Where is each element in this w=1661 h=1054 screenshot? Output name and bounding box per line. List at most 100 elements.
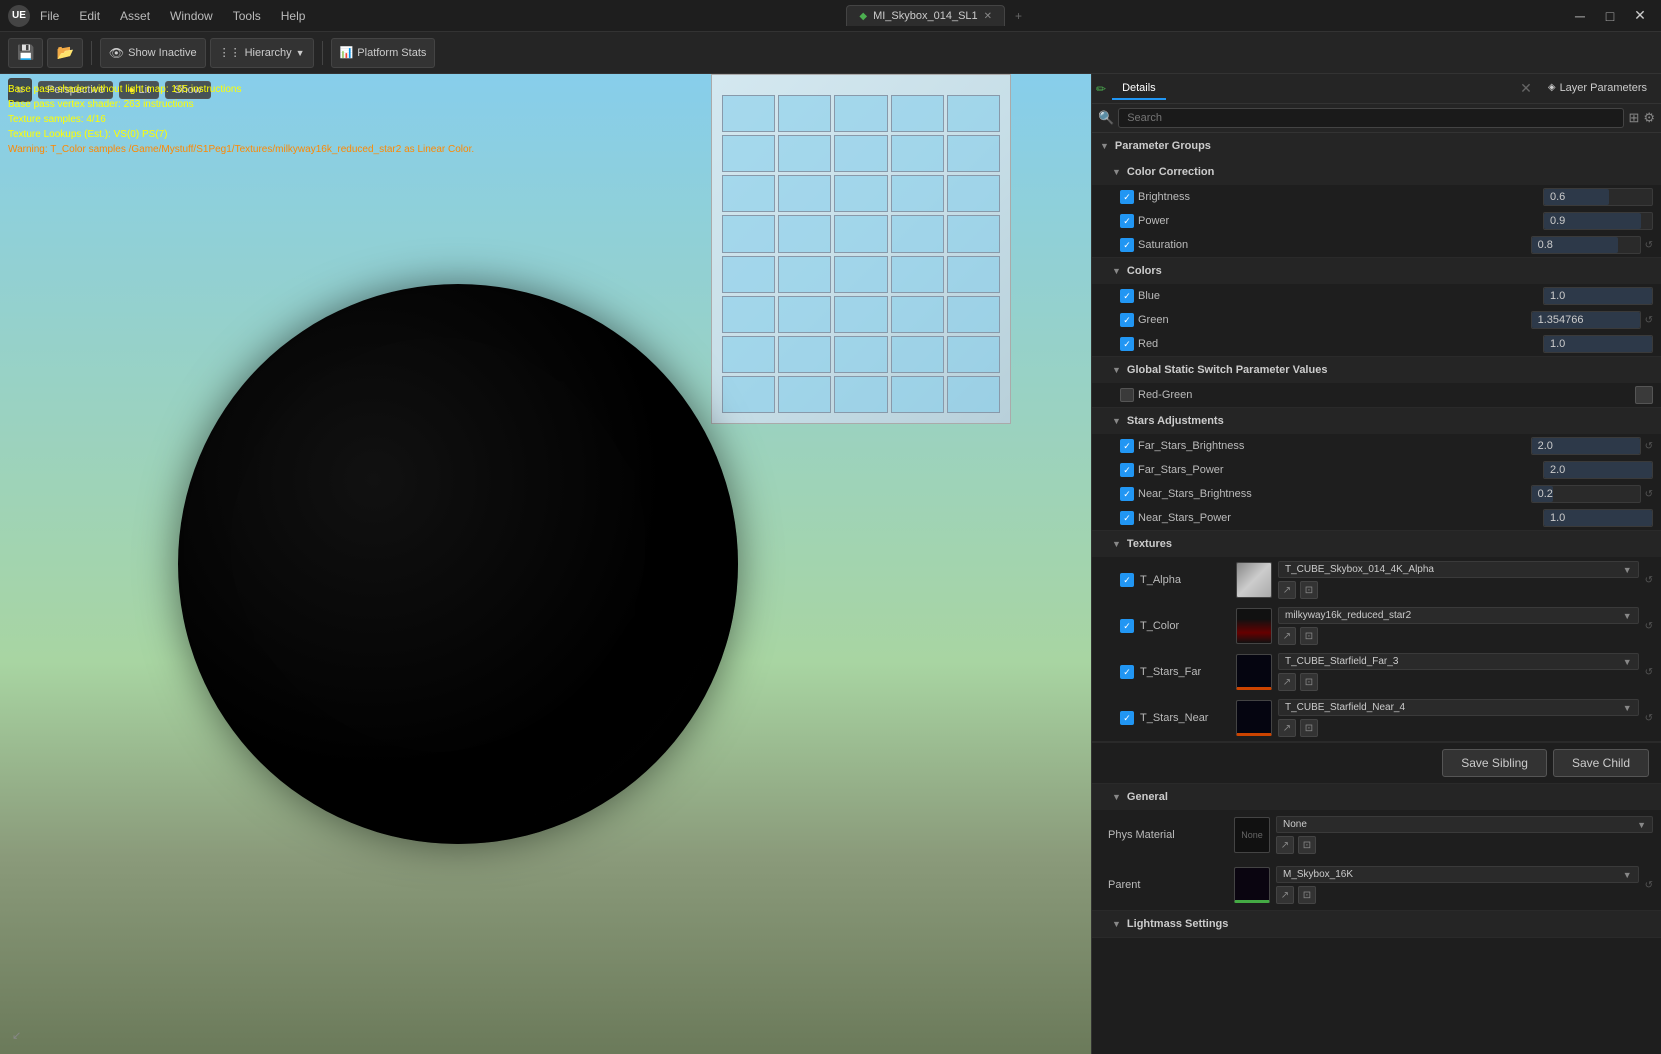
power-value[interactable]: 0.9 xyxy=(1543,212,1653,230)
t-color-dropdown[interactable]: milkyway16k_reduced_star2 ▼ xyxy=(1278,607,1639,624)
t-stars-near-reset-btn[interactable]: ↺ xyxy=(1645,713,1653,724)
menu-asset[interactable]: Asset xyxy=(118,5,152,27)
near-stars-power-checkbox[interactable] xyxy=(1120,511,1134,525)
main-tab[interactable]: ◆ MI_Skybox_014_SL1 ✕ xyxy=(846,5,1005,26)
phys-material-dropdown[interactable]: None ▼ xyxy=(1276,816,1653,833)
green-value[interactable]: 1.354766 xyxy=(1531,311,1641,329)
far-stars-power-value[interactable]: 2.0 xyxy=(1543,461,1653,479)
red-value[interactable]: 1.0 xyxy=(1543,335,1653,353)
far-stars-brightness-label: Far_Stars_Brightness xyxy=(1138,440,1527,452)
tab-details[interactable]: Details xyxy=(1112,78,1166,100)
t-stars-far-reset-icon[interactable]: ⊡ xyxy=(1300,673,1318,691)
parameter-groups-header[interactable]: ▼ Parameter Groups xyxy=(1092,133,1661,159)
t-stars-near-checkbox[interactable] xyxy=(1120,711,1134,725)
close-button[interactable]: ✕ xyxy=(1627,6,1653,26)
t-stars-far-label: T_Stars_Far xyxy=(1140,666,1230,678)
show-inactive-button[interactable]: 👁 Show Inactive xyxy=(100,38,206,68)
t-alpha-reset-btn[interactable]: ↺ xyxy=(1645,575,1653,586)
red-checkbox[interactable] xyxy=(1120,337,1134,351)
near-stars-brightness-value[interactable]: 0.2 xyxy=(1531,485,1641,503)
t-color-checkbox[interactable] xyxy=(1120,619,1134,633)
brightness-checkbox[interactable] xyxy=(1120,190,1134,204)
red-green-value[interactable] xyxy=(1635,386,1653,404)
menu-help[interactable]: Help xyxy=(279,5,308,27)
add-tab-button[interactable]: + xyxy=(1009,9,1028,23)
brightness-value[interactable]: 0.6 xyxy=(1543,188,1653,206)
t-alpha-dropdown[interactable]: T_CUBE_Skybox_014_4K_Alpha ▼ xyxy=(1278,561,1639,578)
color-correction-label: Color Correction xyxy=(1127,166,1214,178)
t-stars-far-browse-icon[interactable]: ↗ xyxy=(1278,673,1296,691)
viewport[interactable]: ≡ Perspective ● Lit Show Base pass shade… xyxy=(0,74,1091,1054)
search-input[interactable] xyxy=(1118,108,1624,128)
green-checkbox[interactable] xyxy=(1120,313,1134,327)
t-stars-far-dropdown[interactable]: T_CUBE_Starfield_Far_3 ▼ xyxy=(1278,653,1639,670)
menu-window[interactable]: Window xyxy=(168,5,215,27)
far-stars-brightness-checkbox[interactable] xyxy=(1120,439,1134,453)
t-stars-far-reset-btn[interactable]: ↺ xyxy=(1645,667,1653,678)
t-color-reset-icon[interactable]: ⊡ xyxy=(1300,627,1318,645)
red-green-checkbox[interactable] xyxy=(1120,388,1134,402)
parent-dropdown[interactable]: M_Skybox_16K ▼ xyxy=(1276,866,1639,883)
t-color-reset-btn[interactable]: ↺ xyxy=(1645,621,1653,632)
textures-header[interactable]: ▼ Textures xyxy=(1092,531,1661,557)
saturation-value[interactable]: 0.8 xyxy=(1531,236,1641,254)
color-correction-group: ▼ Color Correction Brightness 0.6 Power xyxy=(1092,159,1661,258)
far-stars-brightness-reset-icon[interactable]: ↺ xyxy=(1645,441,1653,452)
saturation-reset-icon[interactable]: ↺ xyxy=(1645,240,1653,251)
parent-browse-icon[interactable]: ↗ xyxy=(1276,886,1294,904)
grid-view-icon[interactable]: ⊞ xyxy=(1628,110,1639,126)
t-stars-near-reset-icon[interactable]: ⊡ xyxy=(1300,719,1318,737)
menu-tools[interactable]: Tools xyxy=(231,5,263,27)
near-stars-brightness-checkbox[interactable] xyxy=(1120,487,1134,501)
t-color-browse-icon[interactable]: ↗ xyxy=(1278,627,1296,645)
blue-checkbox[interactable] xyxy=(1120,289,1134,303)
save-child-button[interactable]: Save Child xyxy=(1553,749,1649,777)
phys-material-browse-icon[interactable]: ↗ xyxy=(1276,836,1294,854)
far-stars-brightness-value[interactable]: 2.0 xyxy=(1531,437,1641,455)
save-button[interactable]: 💾 xyxy=(8,38,43,68)
general-header[interactable]: ▼ General xyxy=(1092,784,1661,810)
phys-material-reset-icon[interactable]: ⊡ xyxy=(1298,836,1316,854)
green-reset-icon[interactable]: ↺ xyxy=(1645,315,1653,326)
minimize-button[interactable]: ─ xyxy=(1567,6,1593,26)
settings-icon[interactable]: ⚙ xyxy=(1643,110,1655,126)
parent-reset-icon[interactable]: ⊡ xyxy=(1298,886,1316,904)
t-stars-far-controls: T_CUBE_Starfield_Far_3 ▼ ↗ ⊡ xyxy=(1278,653,1639,691)
gss-arrow-icon: ▼ xyxy=(1112,365,1121,375)
colors-header[interactable]: ▼ Colors xyxy=(1092,258,1661,284)
platform-stats-button[interactable]: 📊 Platform Stats xyxy=(331,38,436,68)
brightness-row: Brightness 0.6 xyxy=(1092,185,1661,209)
global-static-switch-header[interactable]: ▼ Global Static Switch Parameter Values xyxy=(1092,357,1661,383)
t-alpha-browse-icon[interactable]: ↗ xyxy=(1278,581,1296,599)
tab-close-icon[interactable]: ✕ xyxy=(984,11,992,22)
t-alpha-checkbox[interactable] xyxy=(1120,573,1134,587)
near-stars-brightness-label: Near_Stars_Brightness xyxy=(1138,488,1527,500)
t-stars-near-browse-icon[interactable]: ↗ xyxy=(1278,719,1296,737)
saturation-checkbox[interactable] xyxy=(1120,238,1134,252)
maximize-button[interactable]: □ xyxy=(1597,6,1623,26)
phys-material-controls: None ▼ ↗ ⊡ xyxy=(1276,816,1653,854)
blue-value[interactable]: 1.0 xyxy=(1543,287,1653,305)
menu-edit[interactable]: Edit xyxy=(77,5,102,27)
near-stars-brightness-reset-icon[interactable]: ↺ xyxy=(1645,489,1653,500)
lightmass-group: ▼ Lightmass Settings xyxy=(1092,911,1661,938)
parent-reset-btn[interactable]: ↺ xyxy=(1645,880,1653,891)
far-stars-power-checkbox[interactable] xyxy=(1120,463,1134,477)
power-checkbox[interactable] xyxy=(1120,214,1134,228)
menu-file[interactable]: File xyxy=(38,5,61,27)
platform-stats-label: Platform Stats xyxy=(357,47,426,59)
lightmass-header[interactable]: ▼ Lightmass Settings xyxy=(1092,911,1661,937)
hierarchy-button[interactable]: ⋮⋮ Hierarchy ▼ xyxy=(210,38,314,68)
tab-layer-parameters[interactable]: ◈ Layer Parameters xyxy=(1538,78,1657,100)
close-tab-icon[interactable]: ✕ xyxy=(1520,80,1532,97)
t-alpha-reset-icon[interactable]: ⊡ xyxy=(1300,581,1318,599)
color-correction-header[interactable]: ▼ Color Correction xyxy=(1092,159,1661,185)
t-stars-far-checkbox[interactable] xyxy=(1120,665,1134,679)
save-sibling-button[interactable]: Save Sibling xyxy=(1442,749,1547,777)
near-stars-power-value[interactable]: 1.0 xyxy=(1543,509,1653,527)
browse-button[interactable]: 📂 xyxy=(47,38,82,68)
stars-adjustments-header[interactable]: ▼ Stars Adjustments xyxy=(1092,408,1661,434)
red-label: Red xyxy=(1138,338,1539,350)
t-stars-near-row: T_Stars_Near T_CUBE_Starfield_Near_4 ▼ ↗… xyxy=(1092,695,1661,741)
t-stars-near-dropdown[interactable]: T_CUBE_Starfield_Near_4 ▼ xyxy=(1278,699,1639,716)
